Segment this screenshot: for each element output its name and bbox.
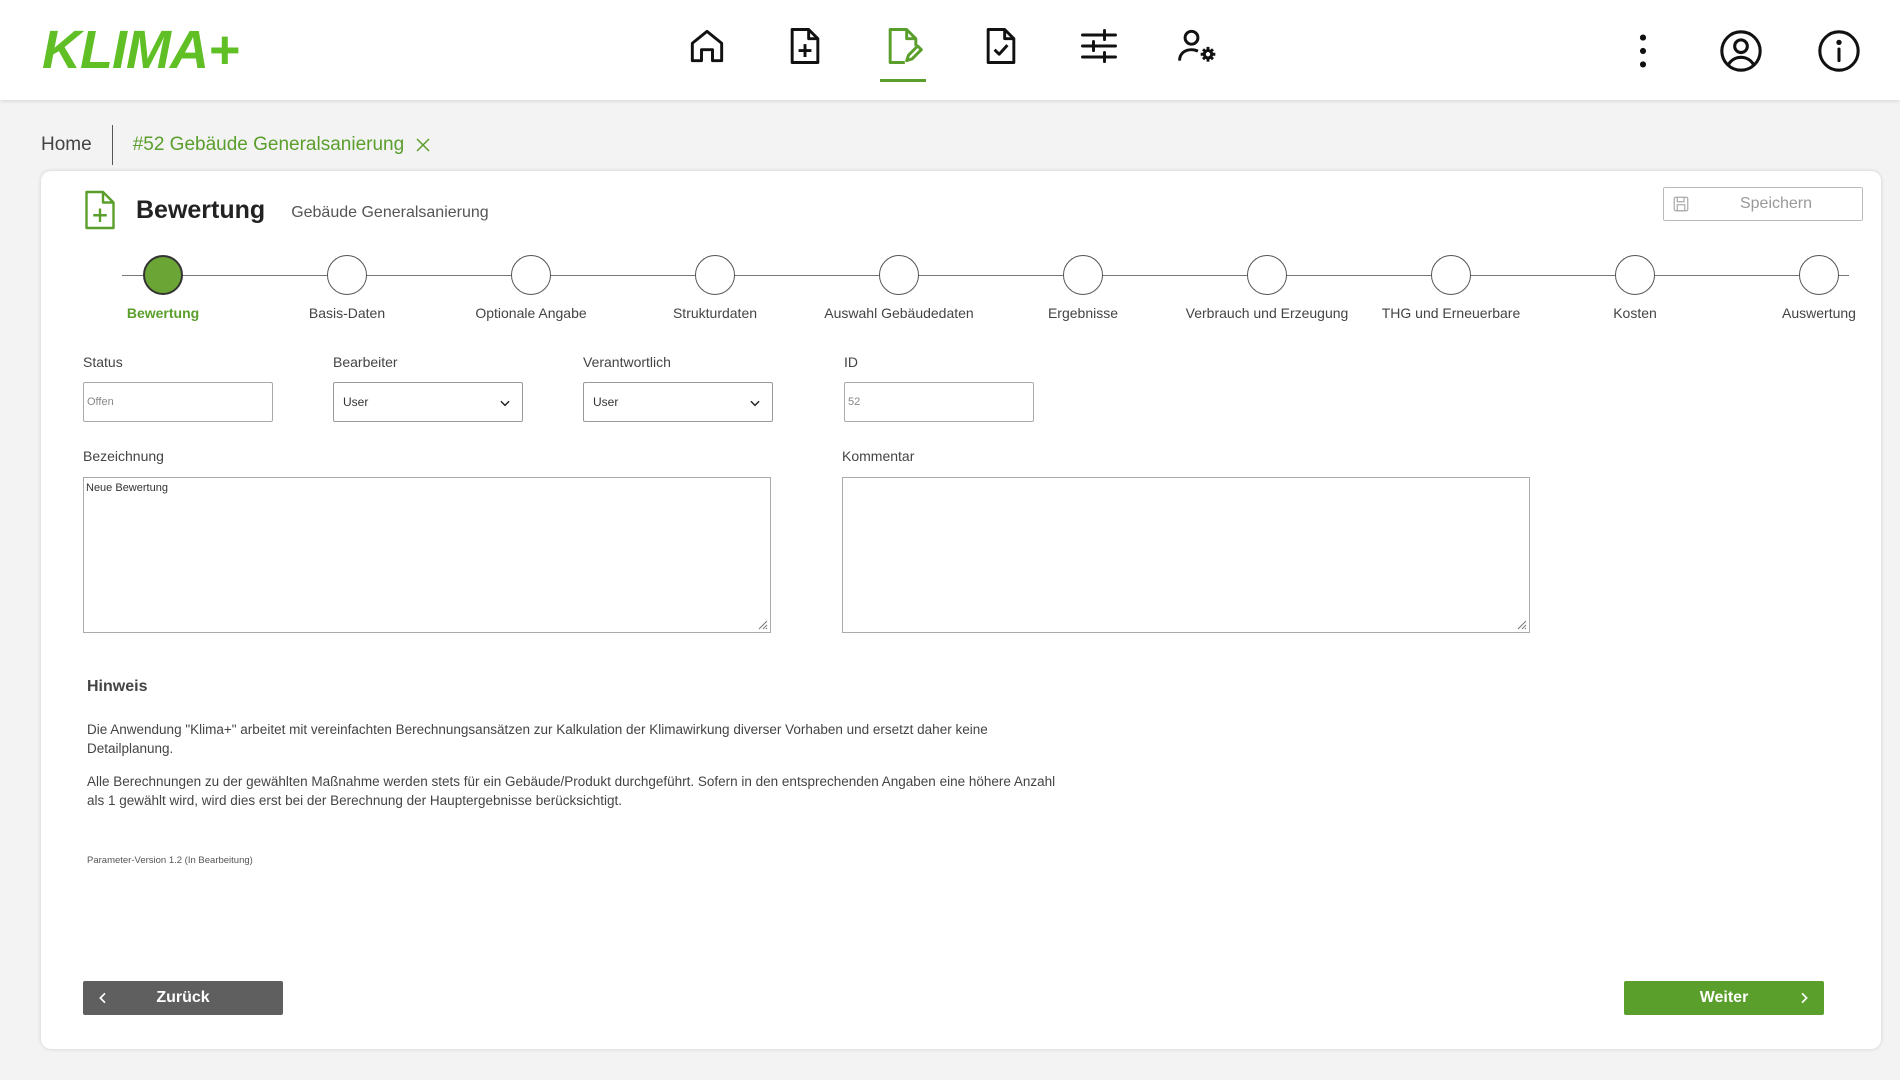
bearbeiter-label: Bearbeiter	[333, 354, 398, 370]
app-logo[interactable]: KLIMA+	[42, 20, 239, 80]
home-icon[interactable]	[682, 24, 732, 80]
kommentar-textarea[interactable]	[842, 477, 1530, 633]
step-label: Ergebnisse	[1047, 305, 1119, 321]
file-edit-icon[interactable]	[878, 24, 928, 82]
close-icon[interactable]	[414, 136, 432, 154]
id-field[interactable]: 52	[844, 382, 1034, 422]
step-dot	[1247, 255, 1287, 295]
step-strukturdaten[interactable]: Strukturdaten	[625, 253, 805, 321]
user-settings-icon[interactable]	[1172, 24, 1222, 80]
file-plus-icon[interactable]	[780, 24, 830, 80]
step-dot	[695, 255, 735, 295]
assessment-card: Bewertung Gebäude Generalsanierung Speic…	[41, 171, 1881, 1049]
status-label: Status	[83, 354, 123, 370]
chevron-down-icon	[500, 400, 510, 407]
page-title: Bewertung	[136, 195, 266, 224]
step-bewertung[interactable]: Bewertung	[73, 253, 253, 321]
step-label: Auswahl Gebäudedaten	[824, 305, 974, 321]
verantwortlich-value: User	[593, 395, 619, 409]
breadcrumb-current[interactable]: #52 Gebäude Generalsanierung	[113, 134, 432, 156]
next-button[interactable]: Weiter	[1624, 981, 1824, 1015]
step-label: Kosten	[1613, 305, 1657, 321]
hint-paragraph-2: Alle Berechnungen zu der gewählten Maßna…	[87, 774, 1056, 808]
step-dot	[327, 255, 367, 295]
next-label: Weiter	[1699, 989, 1749, 1006]
kommentar-label: Kommentar	[842, 448, 915, 464]
step-dot	[1615, 255, 1655, 295]
bearbeiter-select[interactable]: User	[333, 382, 523, 422]
resize-grip-icon[interactable]	[756, 618, 768, 630]
floppy-disk-icon	[1673, 196, 1689, 212]
info-icon[interactable]	[1816, 28, 1862, 74]
save-button[interactable]: Speichern	[1663, 187, 1863, 221]
step-dot	[1431, 255, 1471, 295]
breadcrumb: Home #52 Gebäude Generalsanierung	[41, 125, 432, 165]
breadcrumb-current-label: #52 Gebäude Generalsanierung	[132, 134, 405, 155]
step-dot	[143, 255, 183, 295]
resize-grip-icon[interactable]	[1515, 618, 1527, 630]
bezeichnung-label: Bezeichnung	[83, 448, 164, 464]
step-basis-daten[interactable]: Basis-Daten	[257, 253, 437, 321]
hint-paragraph-1: Die Anwendung "Klima+" arbeitet mit vere…	[87, 722, 988, 756]
breadcrumb-home[interactable]: Home	[41, 134, 112, 156]
more-vertical-icon[interactable]	[1620, 28, 1666, 74]
sliders-icon[interactable]	[1074, 24, 1124, 80]
status-field[interactable]: Offen	[83, 382, 273, 422]
step-ergebnisse[interactable]: Ergebnisse	[993, 253, 1173, 321]
bezeichnung-textarea[interactable]: Neue Bewertung	[83, 477, 771, 633]
verantwortlich-label: Verantwortlich	[583, 354, 671, 370]
chevron-right-icon	[1801, 992, 1808, 1004]
step-dot	[879, 255, 919, 295]
step-dot	[511, 255, 551, 295]
file-check-icon[interactable]	[976, 24, 1026, 80]
save-label: Speichern	[1739, 195, 1813, 212]
step-kosten[interactable]: Kosten	[1545, 253, 1725, 321]
verantwortlich-select[interactable]: User	[583, 382, 773, 422]
step-label: Strukturdaten	[672, 305, 758, 321]
bearbeiter-value: User	[343, 395, 369, 409]
step-label: THG und Erneuerbare	[1381, 305, 1521, 321]
step-auswertung[interactable]: Auswertung	[1729, 253, 1900, 321]
card-header: Bewertung Gebäude Generalsanierung	[82, 189, 489, 231]
step-label: Verbrauch und Erzeugung	[1185, 305, 1349, 321]
progress-stepper: Bewertung Basis-Daten Optionale Angabe S…	[82, 253, 1882, 333]
step-label: Optionale Angabe	[475, 305, 587, 321]
parameter-version: Parameter-Version 1.2 (In Bearbeitung)	[87, 855, 253, 866]
file-plus-icon	[85, 190, 115, 230]
back-label: Zurück	[156, 989, 210, 1006]
step-verbrauch-und-erzeugung[interactable]: Verbrauch und Erzeugung	[1177, 253, 1357, 321]
step-thg-und-erneuerbare[interactable]: THG und Erneuerbare	[1361, 253, 1541, 321]
bezeichnung-value: Neue Bewertung	[86, 482, 168, 494]
step-dot	[1063, 255, 1103, 295]
hint-title: Hinweis	[87, 678, 148, 695]
step-optionale-angabe[interactable]: Optionale Angabe	[441, 253, 621, 321]
step-label: Auswertung	[1782, 305, 1856, 321]
back-button[interactable]: Zurück	[83, 981, 283, 1015]
chevron-left-icon	[99, 992, 106, 1004]
step-dot	[1799, 255, 1839, 295]
id-label: ID	[844, 354, 858, 370]
account-icon[interactable]	[1718, 28, 1764, 74]
step-label: Bewertung	[126, 305, 200, 321]
step-auswahl-gebaeudedaten[interactable]: Auswahl Gebäudedaten	[809, 253, 989, 321]
top-navigation-bar: KLIMA+	[0, 0, 1900, 100]
chevron-down-icon	[750, 400, 760, 407]
page-subtitle: Gebäude Generalsanierung	[291, 204, 489, 221]
step-label: Basis-Daten	[308, 305, 386, 321]
